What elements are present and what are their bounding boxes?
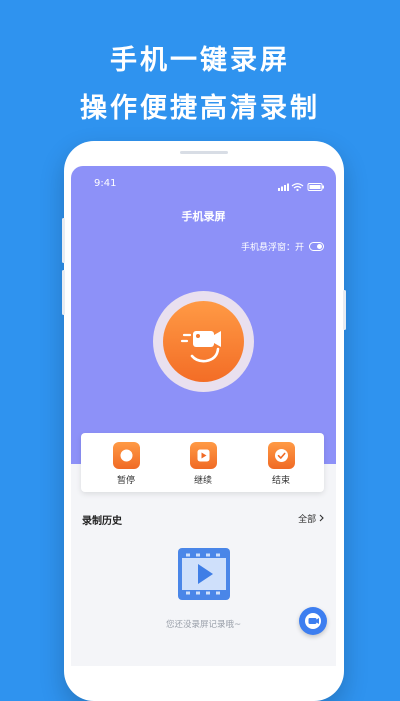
play-icon [189,442,217,469]
promo-headline-1: 手机一键录屏 [110,45,290,76]
wifi-icon [291,183,304,192]
floating-window-setting: 手机悬浮窗：开 [241,240,324,253]
status-time: 9:41 [94,178,117,189]
empty-video-icon [178,548,230,604]
pause-icon [112,442,140,469]
signal-icon [278,183,289,191]
promo-headline-2: 操作便捷高清录制 [80,93,320,124]
status-icons [278,177,326,196]
stop-button[interactable]: 结束 [261,442,301,486]
header-area: 9:41 手机录屏 手机悬浮窗：开 [71,166,336,464]
chevron-right-icon [319,514,324,525]
toggle-knob [317,244,322,249]
video-camera-icon [180,331,221,363]
history-all-label: 全部 [298,515,317,525]
empty-history-text: 您还没录屏记录哦~ [165,620,242,630]
phone-side-button [62,270,65,315]
history-title: 录制历史 [82,516,122,527]
resume-button[interactable]: 继续 [183,442,223,486]
controls-card: 暂停 继续 结束 [81,433,324,492]
resume-label: 继续 [193,476,212,486]
record-button[interactable] [153,291,254,392]
pause-button[interactable]: 暂停 [106,442,146,486]
stop-label: 结束 [271,476,290,486]
phone-side-button [62,218,65,263]
check-icon [267,442,295,469]
record-icon [305,613,321,629]
phone-speaker [180,151,228,154]
floating-window-label: 手机悬浮窗：开 [240,243,304,253]
pause-label: 暂停 [116,476,135,486]
history-all-link[interactable]: 全部 [298,512,324,525]
app-title: 手机录屏 [181,210,226,223]
battery-icon [307,183,324,191]
floating-record-button[interactable] [299,607,327,635]
floating-window-toggle[interactable] [309,242,324,251]
phone-side-button [343,290,346,330]
app-screen: 9:41 手机录屏 手机悬浮窗：开 暂停 继续 结束 录制历史 全部 您还没录屏… [71,166,336,666]
record-button-core [163,301,244,382]
